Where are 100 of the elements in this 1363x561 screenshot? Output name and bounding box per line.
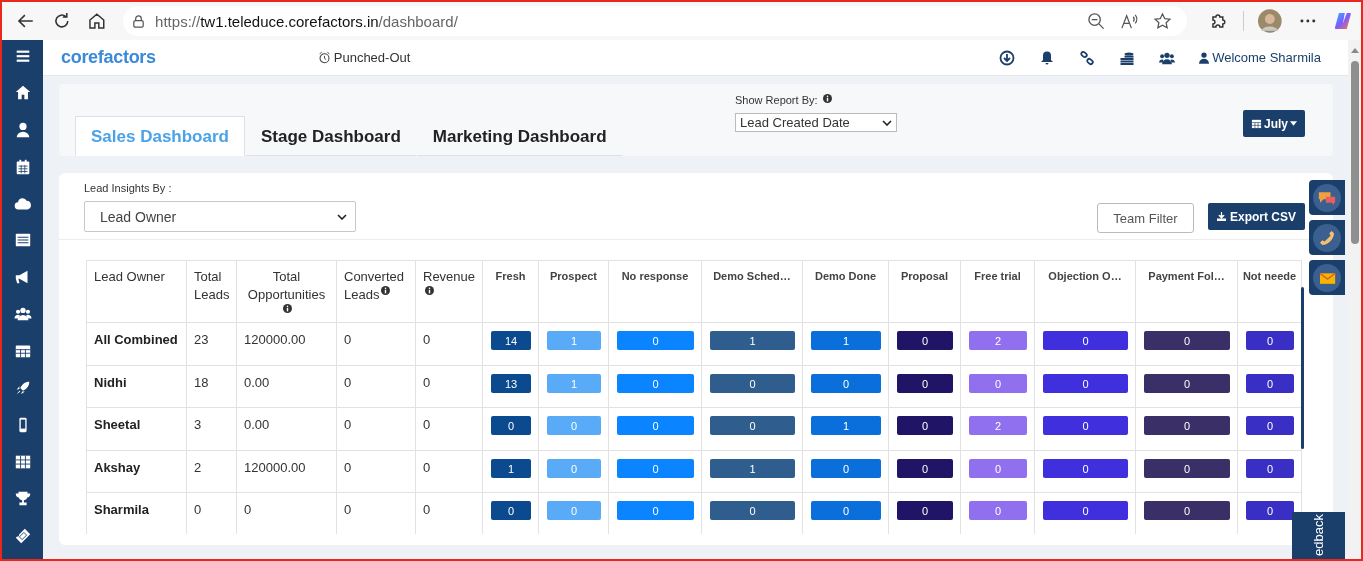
scrollbar-track[interactable]	[1348, 40, 1361, 559]
count-badge[interactable]: 0	[1043, 501, 1128, 520]
count-badge[interactable]: 0	[1043, 373, 1128, 393]
read-aloud-icon[interactable]	[1120, 11, 1140, 31]
bell-icon[interactable]	[1039, 49, 1056, 66]
dashboard-tab[interactable]: Marketing Dashboard	[416, 116, 623, 156]
scroll-up-icon[interactable]	[1350, 48, 1359, 53]
count-badge[interactable]: 2	[969, 416, 1027, 435]
punch-status[interactable]: Punched-Out	[333, 50, 411, 65]
count-badge[interactable]: 0	[811, 458, 881, 478]
welcome-text[interactable]: Welcome Sharmila	[1212, 50, 1321, 65]
url-text: https://tw1.teleduce.corefactors.in/dashboard/	[155, 12, 458, 30]
trophy-icon[interactable]	[13, 489, 32, 508]
count-badge[interactable]: 0	[1144, 331, 1230, 350]
count-badge[interactable]: 0	[811, 501, 881, 520]
count-badge[interactable]: 0	[710, 416, 795, 435]
phone-widget-icon[interactable]	[1309, 220, 1345, 255]
count-badge[interactable]: 0	[1144, 501, 1230, 520]
count-badge[interactable]: 0	[1043, 458, 1128, 478]
count-badge[interactable]: 14	[491, 331, 531, 350]
export-csv-button[interactable]: Export CSV	[1208, 203, 1305, 230]
count-badge[interactable]: 0	[811, 373, 881, 393]
favorite-star-icon[interactable]	[1153, 11, 1173, 31]
count-badge[interactable]: 0	[1246, 501, 1294, 520]
download-icon[interactable]	[999, 49, 1016, 66]
count-badge[interactable]: 0	[617, 501, 694, 520]
count-badge[interactable]: 0	[1246, 416, 1294, 435]
info-icon[interactable]	[381, 286, 391, 295]
table-cell: 0	[336, 407, 416, 450]
report-by-label: Show Report By:	[735, 94, 818, 106]
zoom-out-icon[interactable]	[1087, 11, 1107, 31]
insights-dropdown[interactable]: Lead Owner	[84, 201, 356, 232]
ticket-icon[interactable]	[13, 526, 32, 545]
info-icon[interactable]	[425, 286, 434, 295]
count-badge[interactable]: 1	[811, 416, 881, 435]
count-badge[interactable]: 0	[710, 373, 795, 393]
report-by-dropdown[interactable]: Lead Created Date	[735, 113, 897, 132]
table-cell: All Combined	[86, 322, 187, 365]
count-badge[interactable]: 0	[1246, 373, 1294, 393]
count-badge[interactable]: 0	[617, 458, 694, 478]
calendar-icon	[1251, 118, 1262, 129]
count-badge[interactable]: 0	[969, 501, 1027, 520]
address-bar[interactable]: https://tw1.teleduce.corefactors.in/dashboard/	[123, 6, 1188, 36]
profile-avatar[interactable]	[1257, 9, 1282, 33]
count-badge[interactable]: 0	[1246, 331, 1294, 350]
count-badge[interactable]: 0	[491, 416, 531, 435]
count-badge[interactable]: 0	[897, 331, 953, 350]
feedback-tab[interactable]: edback	[1292, 512, 1345, 559]
column-header: Proposal	[888, 260, 961, 323]
count-badge[interactable]: 13	[491, 373, 531, 393]
table-cell: 120000.00	[236, 450, 337, 493]
scrollbar-thumb[interactable]	[1350, 61, 1359, 244]
user-icon	[1199, 51, 1210, 64]
coins-icon[interactable]	[1119, 49, 1136, 66]
chat-widget-icon[interactable]	[1309, 180, 1345, 215]
column-header: Fresh	[482, 260, 539, 323]
count-badge[interactable]: 0	[1144, 373, 1230, 393]
column-header: Demo Done	[802, 260, 889, 323]
count-badge[interactable]: 1	[491, 458, 531, 478]
scrollbar-thumb[interactable]	[1301, 287, 1304, 449]
count-badge[interactable]: 0	[897, 416, 953, 435]
link-icon[interactable]	[1079, 49, 1096, 66]
count-badge[interactable]: 0	[969, 458, 1027, 478]
count-badge[interactable]: 0	[491, 501, 531, 520]
month-button[interactable]: July	[1243, 110, 1305, 137]
table-cell: Sheetal	[86, 407, 187, 450]
count-badge[interactable]: 0	[897, 501, 953, 520]
count-badge[interactable]: 1	[710, 331, 795, 350]
column-header: Converted Leads	[336, 260, 416, 323]
column-header: No response	[608, 260, 702, 323]
count-badge[interactable]: 0	[617, 331, 694, 350]
count-badge[interactable]: 0	[1246, 458, 1294, 478]
count-badge[interactable]: 0	[1144, 416, 1230, 435]
count-badge[interactable]: 0	[1043, 416, 1128, 435]
assistant-logo-icon[interactable]	[1333, 11, 1353, 31]
table-cell: 3	[186, 407, 237, 450]
count-badge[interactable]: 0	[1144, 458, 1230, 478]
home-icon[interactable]	[13, 83, 32, 102]
count-badge[interactable]: 1	[811, 331, 881, 350]
table-cell: 0	[336, 365, 416, 408]
count-badge[interactable]: 1	[710, 458, 795, 478]
count-badge[interactable]: 0	[617, 416, 694, 435]
table-cell: 0	[415, 365, 483, 408]
count-badge[interactable]: 0	[1043, 331, 1128, 350]
mail-widget-icon[interactable]	[1309, 260, 1345, 295]
count-badge[interactable]: 0	[617, 373, 694, 393]
info-icon[interactable]	[283, 304, 292, 313]
caret-icon	[1290, 121, 1297, 126]
alarm-clock-icon	[317, 51, 331, 64]
dashboard-tab[interactable]: Stage Dashboard	[244, 116, 417, 156]
count-badge[interactable]: 0	[969, 373, 1027, 393]
download-icon	[1217, 212, 1226, 221]
count-badge[interactable]: 2	[969, 331, 1027, 350]
count-badge[interactable]: 0	[710, 501, 795, 520]
count-badge[interactable]: 0	[897, 458, 953, 478]
brand-logo[interactable]: corefactors	[61, 47, 156, 68]
count-badge[interactable]: 0	[897, 373, 953, 393]
table-cell: 120000.00	[236, 322, 337, 365]
team-filter-button[interactable]: Team Filter	[1097, 203, 1194, 233]
info-icon[interactable]	[822, 94, 832, 103]
